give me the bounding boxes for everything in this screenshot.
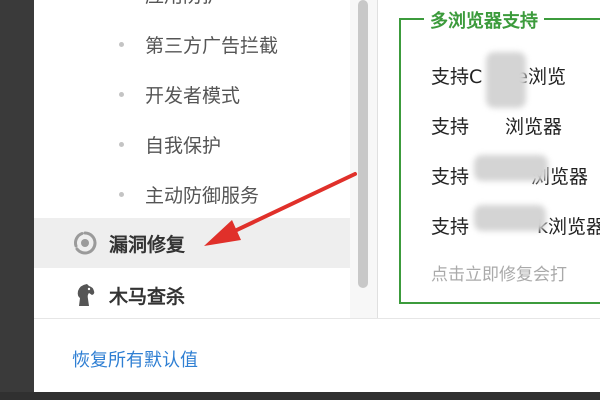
restore-defaults-link[interactable]: 恢复所有默认值 (72, 346, 198, 372)
horizontal-divider (34, 318, 600, 319)
browser-support-title: 多浏览器支持 (424, 7, 544, 33)
browser-option-2[interactable]: 支持 浏览器 (431, 112, 562, 139)
scrollbar-thumb[interactable] (358, 0, 368, 288)
option-label-tail: k浏览器 (537, 216, 600, 238)
blur-patch (474, 205, 546, 231)
sidebar: 应用防护 第三方广告拦截 开发者模式 自我保护 主动防御服务 漏洞修复 木马查杀 (34, 0, 350, 318)
bullet-icon (119, 42, 124, 47)
window-bottom-frame (0, 392, 600, 400)
bullet-icon (119, 142, 124, 147)
sidebar-subitem-self-protection[interactable]: 自我保护 (34, 120, 350, 170)
sidebar-subitem-label: 应用防护 (145, 0, 221, 8)
sidebar-subitem-label: 开发者模式 (145, 85, 241, 107)
option-label-tail: 浏览器 (505, 116, 563, 138)
sidebar-subitem-label: 主动防御服务 (145, 185, 260, 207)
sidebar-subitem-ad-blocking[interactable]: 第三方广告拦截 (34, 20, 350, 70)
sidebar-subitem-label: 第三方广告拦截 (145, 35, 279, 57)
blur-patch (486, 52, 526, 108)
option-label: 支持 (431, 166, 470, 188)
blur-patch (474, 155, 548, 181)
sidebar-item-trojan-scan[interactable]: 木马查杀 (34, 270, 350, 320)
option-label: 支持 (431, 216, 470, 238)
shield-refresh-icon (74, 231, 97, 255)
bullet-icon (119, 192, 124, 197)
option-label: 支持C (431, 66, 483, 88)
sidebar-subitem-app-protection[interactable]: 应用防护 (34, 0, 350, 20)
sidebar-subitem-developer-mode[interactable]: 开发者模式 (34, 70, 350, 120)
repair-note: 点击立即修复会打 (431, 265, 567, 285)
bullet-icon (119, 92, 124, 97)
sidebar-item-label: 木马查杀 (109, 286, 186, 308)
window-left-frame (0, 0, 34, 400)
sidebar-subitem-label: 自我保护 (145, 135, 222, 157)
sidebar-subitem-active-defense[interactable]: 主动防御服务 (34, 170, 350, 220)
option-label: 支持 (431, 116, 470, 138)
sidebar-item-vulnerability-repair[interactable]: 漏洞修复 (34, 218, 350, 268)
sidebar-scrollbar[interactable] (350, 0, 378, 318)
horse-icon (77, 284, 95, 306)
vertical-divider (377, 0, 378, 318)
sidebar-item-label: 漏洞修复 (109, 234, 186, 256)
